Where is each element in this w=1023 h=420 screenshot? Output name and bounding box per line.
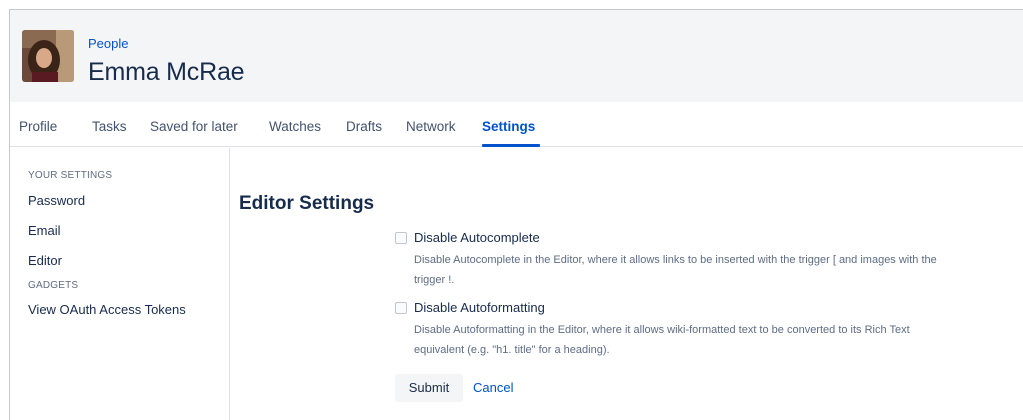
sidebar-item-oauth-tokens[interactable]: View OAuth Access Tokens [28, 302, 188, 318]
disable-autoformatting-description-line1: Disable Autoformatting in the Editor, wh… [414, 324, 910, 336]
avatar-image [22, 30, 74, 82]
disable-autoformatting-label[interactable]: Disable Autoformatting [414, 300, 545, 315]
settings-sidebar: YOUR SETTINGS Password Email Editor GADG… [10, 148, 230, 420]
cancel-link[interactable]: Cancel [473, 380, 513, 395]
disable-autocomplete-label[interactable]: Disable Autocomplete [414, 230, 540, 245]
tab-profile[interactable]: Profile [19, 119, 57, 134]
breadcrumb-people-link[interactable]: People [88, 36, 128, 51]
tab-saved-for-later[interactable]: Saved for later [150, 119, 238, 134]
tab-drafts[interactable]: Drafts [346, 119, 382, 134]
profile-tabs: Profile Tasks Saved for later Watches Dr… [10, 102, 1023, 147]
tab-watches[interactable]: Watches [269, 119, 321, 134]
avatar[interactable] [22, 30, 74, 82]
disable-autoformatting-checkbox[interactable] [395, 302, 407, 314]
sidebar-item-password[interactable]: Password [28, 193, 85, 208]
tab-tasks[interactable]: Tasks [92, 119, 127, 134]
sidebar-heading-your-settings: YOUR SETTINGS [28, 170, 113, 181]
active-tab-indicator [482, 144, 540, 147]
sidebar-item-editor[interactable]: Editor [28, 253, 62, 268]
tab-network[interactable]: Network [406, 119, 456, 134]
sidebar-heading-gadgets: GADGETS [28, 280, 79, 291]
tab-settings[interactable]: Settings [482, 119, 535, 134]
disable-autoformatting-description-line2: equivalent (e.g. "h1. title" for a headi… [414, 344, 610, 356]
disable-autocomplete-description-line1: Disable Autocomplete in the Editor, wher… [414, 254, 937, 266]
disable-autocomplete-checkbox[interactable] [395, 232, 407, 244]
profile-header: People Emma McRae [10, 10, 1023, 102]
submit-button[interactable]: Submit [395, 374, 463, 402]
disable-autocomplete-description-line2: trigger !. [414, 274, 455, 286]
sidebar-item-email[interactable]: Email [28, 223, 61, 238]
page-title: Emma McRae [88, 58, 245, 86]
editor-settings-heading: Editor Settings [239, 193, 375, 214]
